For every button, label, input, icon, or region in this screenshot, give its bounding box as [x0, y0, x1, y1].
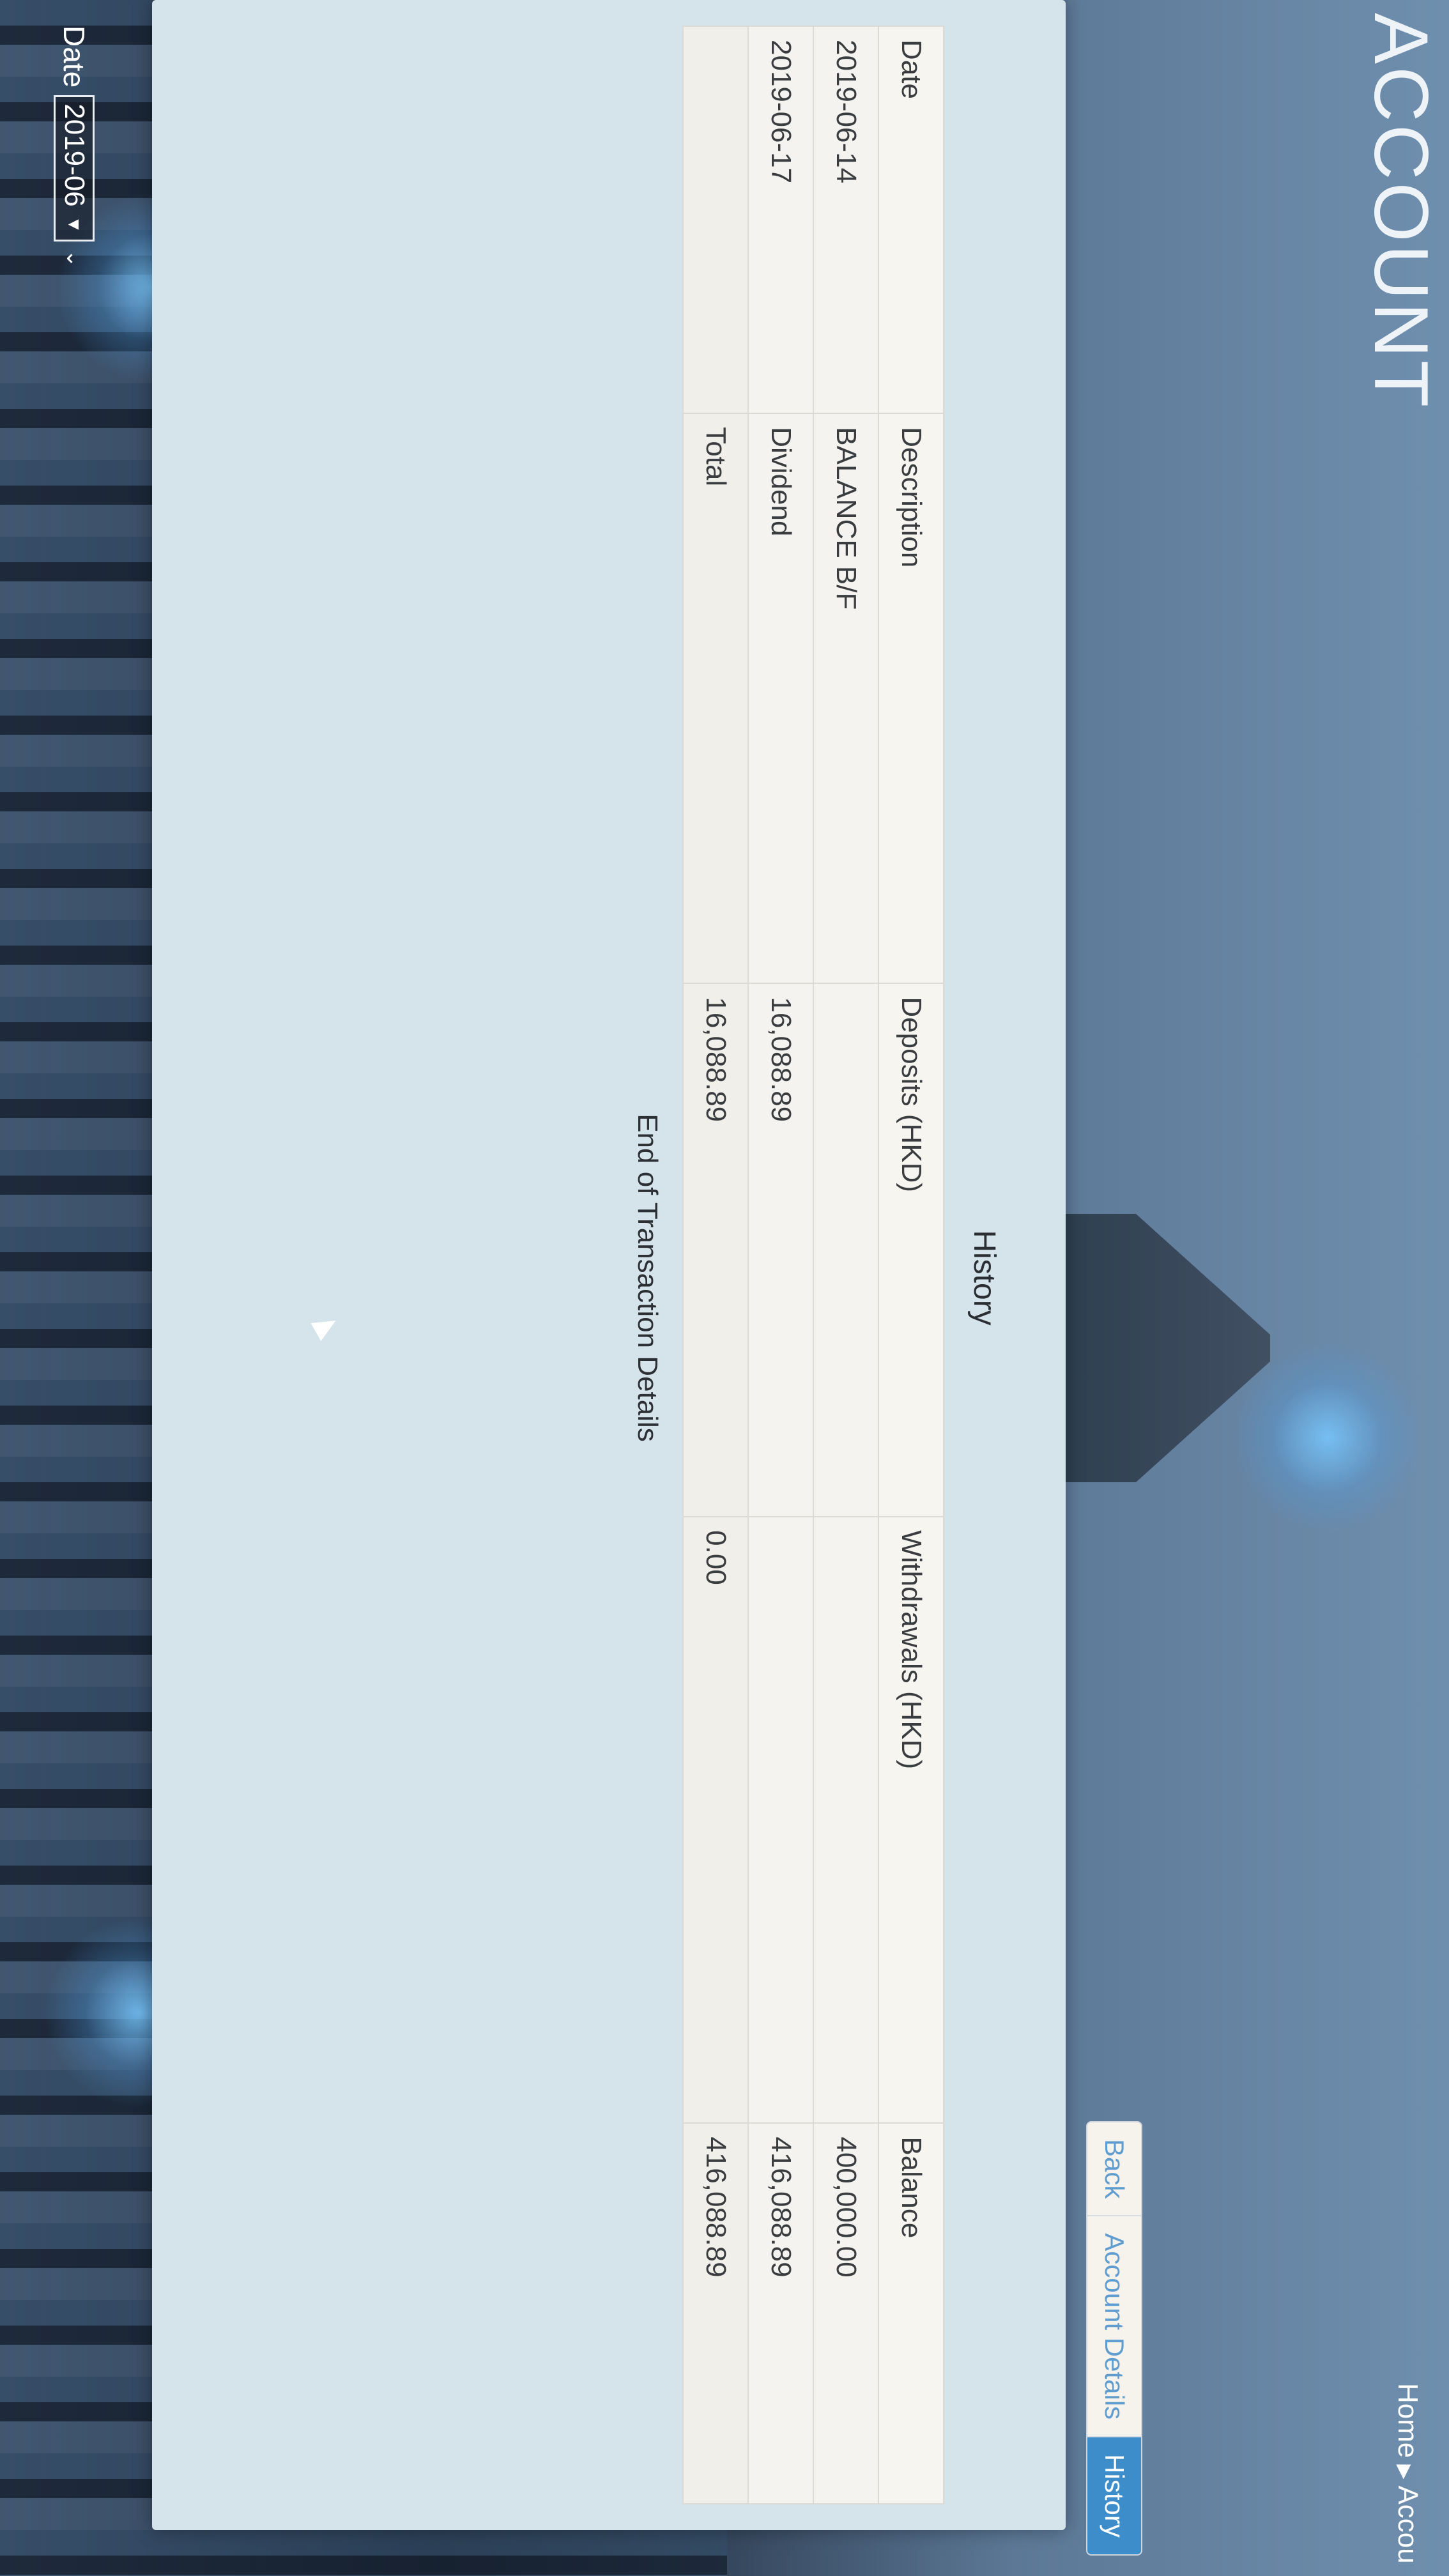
breadcrumb-current[interactable]: Accou [1392, 2485, 1423, 2563]
dropdown-arrow-icon: ▼ [65, 215, 84, 234]
cell-description: Dividend [748, 413, 813, 984]
tab-account-details[interactable]: Account Details [1087, 2216, 1141, 2438]
cell-balance: 416,088.89 [683, 2123, 748, 2504]
breadcrumb-separator-icon: ▶ [1394, 2464, 1415, 2480]
history-title: History [967, 1230, 1001, 1326]
end-of-transactions-note: End of Transaction Details [632, 1114, 663, 1442]
table-total-row: Total 16,088.89 0.00 416,088.89 [683, 26, 748, 2504]
back-button[interactable]: Back [1087, 2122, 1141, 2217]
column-header-balance: Balance [878, 2123, 944, 2504]
table-row: 2019-06-17 Dividend 16,088.89 416,088.89 [748, 26, 813, 2504]
cell-date: 2019-06-14 [813, 26, 878, 414]
cell-withdrawals [748, 1517, 813, 2124]
cell-deposits [813, 983, 878, 1517]
column-header-withdrawals: Withdrawals (HKD) [878, 1517, 944, 2124]
date-filter-label: Date [57, 26, 91, 88]
cell-date [683, 26, 748, 414]
cell-deposits: 16,088.89 [748, 983, 813, 1517]
cell-withdrawals: 0.00 [683, 1517, 748, 2124]
cell-balance: 400,000.00 [813, 2123, 878, 2504]
light-glow [1232, 1342, 1423, 1533]
view-tabs: Back Account Details History [1086, 2121, 1142, 2556]
cell-description: BALANCE B/F [813, 413, 878, 984]
breadcrumb: Home ▶ Accou [1392, 2383, 1423, 2564]
cell-description: Total [683, 413, 748, 984]
date-filter: Date 2019-06 ▼ ⌄ [54, 26, 95, 268]
date-select[interactable]: 2019-06 ▼ [54, 95, 95, 242]
cell-withdrawals [813, 1517, 878, 2124]
history-table: Date Description Deposits (HKD) Withdraw… [682, 26, 944, 2504]
cell-balance: 416,088.89 [748, 2123, 813, 2504]
page-title: ACCOUNT [1358, 13, 1444, 410]
date-select-value: 2019-06 [59, 103, 90, 207]
breadcrumb-home[interactable]: Home [1392, 2383, 1423, 2458]
rotated-screen: ACCOUNT Home ▶ Accou Back Account Details … [0, 0, 1449, 2576]
table-header-row: Date Description Deposits (HKD) Withdraw… [878, 26, 944, 2504]
table-row: 2019-06-14 BALANCE B/F 400,000.00 [813, 26, 878, 2504]
cell-date: 2019-06-17 [748, 26, 813, 414]
column-header-description: Description [878, 413, 944, 984]
cell-deposits: 16,088.89 [683, 983, 748, 1517]
tab-history[interactable]: History [1087, 2437, 1141, 2554]
column-header-date: Date [878, 26, 944, 414]
column-header-deposits: Deposits (HKD) [878, 983, 944, 1517]
chevron-down-icon[interactable]: ⌄ [61, 249, 87, 268]
